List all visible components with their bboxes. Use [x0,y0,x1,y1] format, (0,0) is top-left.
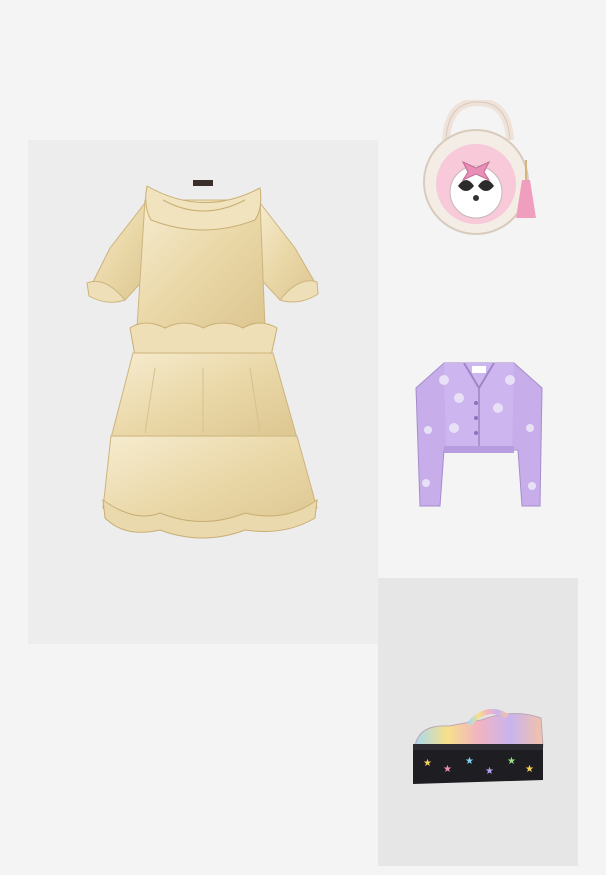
svg-text:★: ★ [423,758,432,769]
svg-text:★: ★ [465,756,474,767]
svg-text:★: ★ [525,764,534,775]
ruffled-dress-icon [86,180,319,539]
shoe-product-image[interactable]: ★ ★ ★ ★ ★ ★ [409,698,547,788]
svg-text:★: ★ [507,756,516,767]
svg-text:★: ★ [485,766,494,777]
bag-product-image[interactable] [418,100,538,235]
rainbow-platform-shoe-icon: ★ ★ ★ ★ ★ ★ [413,709,544,784]
panda-bag-icon [423,100,536,235]
lilac-cardigan-icon [415,362,543,507]
dress-product-image[interactable] [85,178,320,543]
svg-text:★: ★ [443,764,452,775]
cardigan-product-image[interactable] [414,358,544,510]
